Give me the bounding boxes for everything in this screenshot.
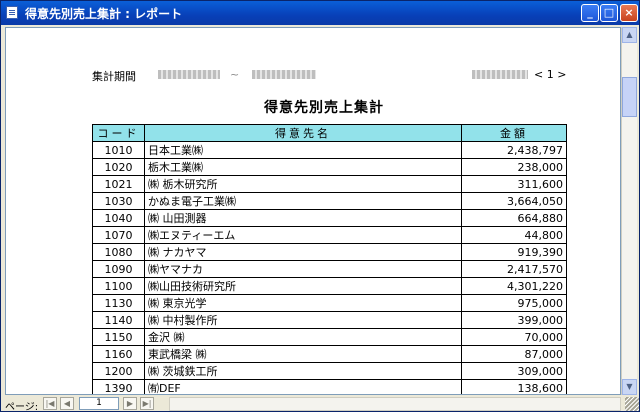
table-row: 1130 ㈱ 東京光学 975,000 — [92, 294, 567, 312]
customer-name: ㈱ 栃木研究所 — [144, 175, 462, 193]
sales-amount: 664,880 — [461, 209, 567, 227]
minimize-button[interactable]: _ — [581, 4, 599, 22]
period-label: 集計期間 — [92, 70, 136, 83]
column-header-code: コード — [92, 124, 145, 142]
customer-name: かぬま電子工業㈱ — [144, 192, 462, 210]
customer-code: 1160 — [92, 345, 145, 363]
report-icon — [6, 6, 18, 19]
sales-amount: 44,800 — [461, 226, 567, 244]
customer-name: 栃木工業㈱ — [144, 158, 462, 176]
column-header-customer: 得意先名 — [144, 124, 462, 142]
table-row: 1021 ㈱ 栃木研究所 311,600 — [92, 175, 567, 193]
next-page-icon[interactable]: ▶ — [123, 397, 137, 410]
customer-name: 東武橋梁 ㈱ — [144, 345, 462, 363]
vertical-scrollbar[interactable]: ▲ ▼ — [621, 27, 637, 395]
table-row: 1070 ㈱エヌティーエム 44,800 — [92, 226, 567, 244]
customer-name: ㈱ 東京光学 — [144, 294, 462, 312]
customer-code: 1090 — [92, 260, 145, 278]
sales-amount: 311,600 — [461, 175, 567, 193]
customer-code: 1140 — [92, 311, 145, 329]
resize-grip[interactable] — [625, 397, 639, 411]
customer-code: 1200 — [92, 362, 145, 380]
sales-amount: 975,000 — [461, 294, 567, 312]
print-date-redacted — [472, 70, 528, 79]
sales-amount: 4,301,220 — [461, 277, 567, 295]
sales-amount: 238,000 — [461, 158, 567, 176]
customer-name: ㈱ 中村製作所 — [144, 311, 462, 329]
customer-name: ㈱ 茨城鉄工所 — [144, 362, 462, 380]
customer-code: 1080 — [92, 243, 145, 261]
table-row: 1090 ㈱ヤマナカ 2,417,570 — [92, 260, 567, 278]
customer-code: 1150 — [92, 328, 145, 346]
sales-table: コード 得意先名 金額 1010 日本工業㈱ 2,438,797 1020 栃木工業㈱ 2… — [92, 124, 567, 394]
customer-code: 1100 — [92, 277, 145, 295]
customer-name: ㈱ ナカヤマ — [144, 243, 462, 261]
table-row: 1150 金沢 ㈱ 70,000 — [92, 328, 567, 346]
table-row: 1010 日本工業㈱ 2,438,797 — [92, 141, 567, 159]
horizontal-scrollbar[interactable] — [169, 397, 621, 411]
customer-code: 1040 — [92, 209, 145, 227]
sales-amount: 2,438,797 — [461, 141, 567, 159]
table-row: 1020 栃木工業㈱ 238,000 — [92, 158, 567, 176]
table-row: 1040 ㈱ 山田測器 664,880 — [92, 209, 567, 227]
report-preview[interactable]: 集計期間 ~ < 1 > 得意先別売上集計 コード 得意先名 金額 1010 日本… — [5, 27, 621, 395]
last-page-icon[interactable]: ▶| — [140, 397, 154, 410]
status-bar: ページ: |◀ ◀ 1 ▶ ▶| — [1, 396, 639, 412]
vertical-scroll-thumb[interactable] — [622, 77, 637, 117]
close-button[interactable]: × — [620, 4, 638, 22]
customer-name: ㈱ 山田測器 — [144, 209, 462, 227]
period-end-redacted — [252, 70, 316, 79]
scroll-up-icon[interactable]: ▲ — [622, 27, 637, 43]
period-start-redacted — [158, 70, 220, 79]
customer-name: ㈲DEF — [144, 379, 462, 394]
sales-amount: 2,417,570 — [461, 260, 567, 278]
previous-page-icon[interactable]: ◀ — [60, 397, 74, 410]
customer-code: 1390 — [92, 379, 145, 394]
title-bar[interactable]: 得意先別売上集計 : レポート _ □ × — [1, 1, 639, 25]
table-row: 1100 ㈱山田技術研究所 4,301,220 — [92, 277, 567, 295]
page-number-input[interactable]: 1 — [79, 397, 119, 410]
sales-amount: 138,600 — [461, 379, 567, 394]
report-window: 得意先別売上集計 : レポート _ □ × 集計期間 ~ < 1 > 得意先別売… — [0, 0, 640, 412]
table-row: 1160 東武橋梁 ㈱ 87,000 — [92, 345, 567, 363]
sales-amount: 399,000 — [461, 311, 567, 329]
sales-amount: 309,000 — [461, 362, 567, 380]
customer-code: 1030 — [92, 192, 145, 210]
report-title: 得意先別売上集計 — [264, 100, 384, 116]
customer-code: 1130 — [92, 294, 145, 312]
customer-code: 1021 — [92, 175, 145, 193]
sales-amount: 3,664,050 — [461, 192, 567, 210]
table-row: 1390 ㈲DEF 138,600 — [92, 379, 567, 394]
sales-amount: 70,000 — [461, 328, 567, 346]
customer-code: 1020 — [92, 158, 145, 176]
table-row: 1140 ㈱ 中村製作所 399,000 — [92, 311, 567, 329]
column-header-amount: 金額 — [461, 124, 567, 142]
maximize-button[interactable]: □ — [600, 4, 618, 22]
customer-name: 日本工業㈱ — [144, 141, 462, 159]
first-page-icon[interactable]: |◀ — [43, 397, 57, 410]
sales-amount: 919,390 — [461, 243, 567, 261]
page-label: ページ: — [5, 402, 39, 412]
customer-code: 1010 — [92, 141, 145, 159]
customer-name: ㈱ヤマナカ — [144, 260, 462, 278]
table-row: 1030 かぬま電子工業㈱ 3,664,050 — [92, 192, 567, 210]
table-row: 1080 ㈱ ナカヤマ 919,390 — [92, 243, 567, 261]
sales-amount: 87,000 — [461, 345, 567, 363]
table-header: コード 得意先名 金額 — [92, 124, 567, 142]
customer-name: ㈱山田技術研究所 — [144, 277, 462, 295]
customer-name: 金沢 ㈱ — [144, 328, 462, 346]
table-row: 1200 ㈱ 茨城鉄工所 309,000 — [92, 362, 567, 380]
window-title: 得意先別売上集計 : レポート — [25, 7, 183, 21]
customer-code: 1070 — [92, 226, 145, 244]
page-number: < 1 > — [534, 68, 567, 81]
scroll-down-icon[interactable]: ▼ — [622, 379, 637, 395]
period-separator: ~ — [230, 68, 240, 81]
customer-name: ㈱エヌティーエム — [144, 226, 462, 244]
